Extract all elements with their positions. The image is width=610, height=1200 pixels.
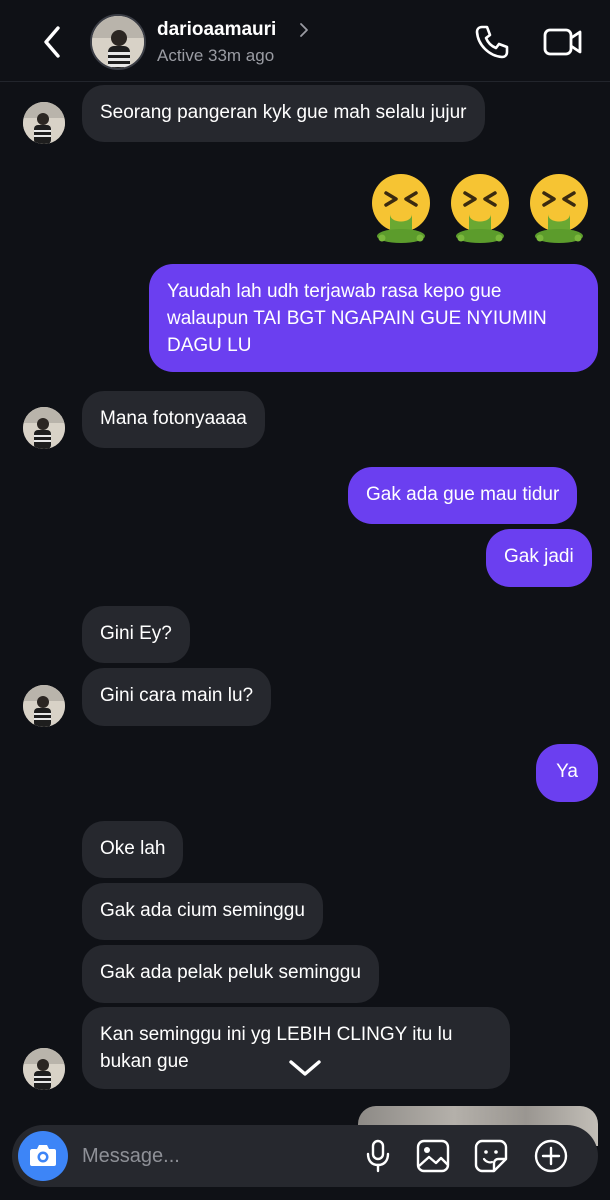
microphone-icon[interactable] (360, 1138, 396, 1174)
plus-circle-icon[interactable] (533, 1138, 569, 1174)
camera-icon (30, 1145, 56, 1166)
message-input[interactable] (82, 1135, 342, 1177)
avatar[interactable] (23, 685, 65, 727)
message-bubble-outgoing[interactable]: Gak jadi (486, 529, 592, 587)
avatar[interactable] (23, 407, 65, 449)
message-composer (12, 1125, 598, 1187)
chevron-left-icon[interactable] (36, 22, 70, 62)
avatar[interactable] (23, 1048, 65, 1090)
chevron-right-icon[interactable] (298, 20, 310, 40)
message-bubble-incoming[interactable]: Gak ada pelak peluk seminggu (82, 945, 379, 1003)
camera-button[interactable] (18, 1131, 68, 1181)
message-bubble-outgoing[interactable]: Gak ada gue mau tidur (348, 467, 578, 524)
message-bubble-incoming[interactable]: Mana fotonyaaaa (82, 391, 265, 448)
video-camera-icon[interactable] (542, 24, 584, 60)
message-bubble-incoming[interactable]: Gak ada cium seminggu (82, 883, 323, 940)
chevron-down-icon[interactable] (275, 1038, 335, 1098)
phone-icon[interactable] (472, 22, 512, 62)
vomiting-face-icon[interactable] (524, 172, 594, 244)
message-bubble-incoming[interactable]: Gini cara main lu? (82, 668, 272, 726)
message-bubble-incoming[interactable]: Seorang pangeran kyk gue mah selalu juju… (82, 85, 485, 142)
avatar[interactable] (90, 14, 146, 70)
chat-header: darioaamauri Active 33m ago (0, 0, 610, 82)
image-icon[interactable] (415, 1138, 451, 1174)
avatar[interactable] (23, 102, 65, 144)
username[interactable]: darioaamauri (157, 19, 276, 41)
message-bubble-incoming[interactable]: Oke lah (82, 821, 184, 878)
message-bubble-outgoing[interactable]: Yaudah lah udh terjawab rasa kepo gue wa… (149, 264, 598, 372)
message-bubble-outgoing[interactable]: Ya (536, 744, 598, 802)
message-bubble-incoming[interactable]: Gini Ey? (82, 606, 190, 663)
sticker-icon[interactable] (473, 1138, 509, 1174)
vomiting-face-icon[interactable] (445, 172, 515, 244)
activity-status: Active 33m ago (157, 46, 275, 65)
vomiting-face-icon[interactable] (366, 172, 436, 244)
